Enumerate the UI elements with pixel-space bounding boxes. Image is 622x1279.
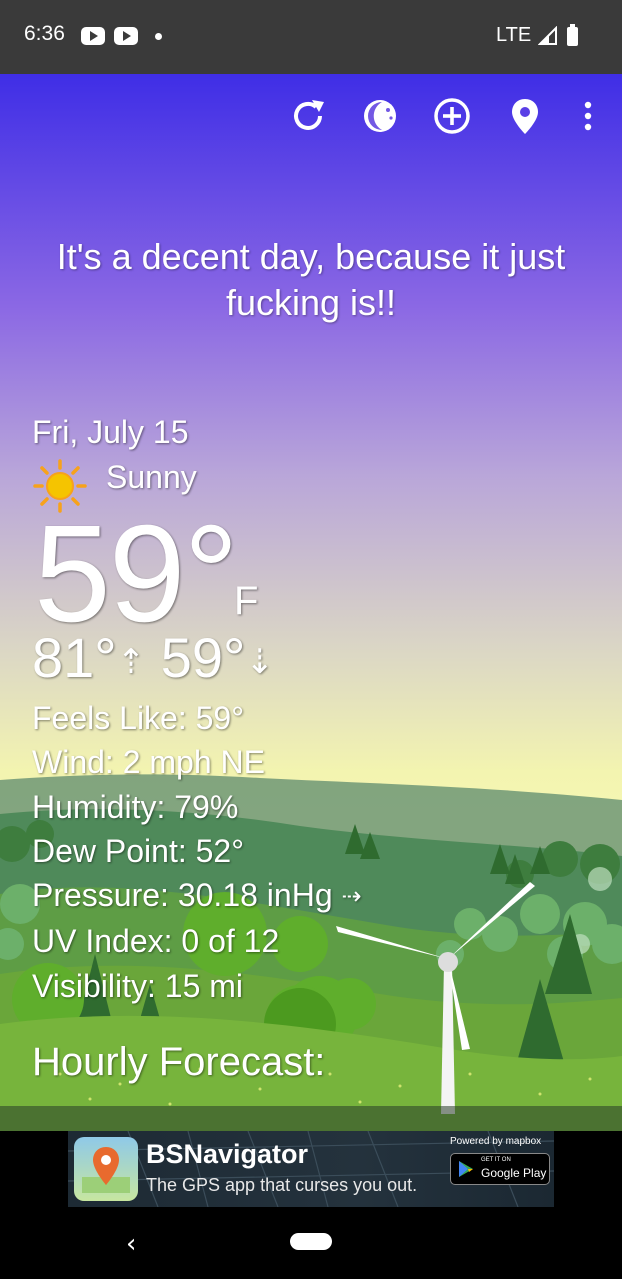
google-play-badge[interactable]: GET IT ON Google Play <box>450 1153 550 1185</box>
condition-text: Sunny <box>106 459 197 495</box>
network-type: LTE <box>496 24 532 46</box>
location-button[interactable] <box>505 96 545 136</box>
weather-screen: It's a decent day, because it just fucki… <box>0 74 622 1131</box>
ad-subtitle: The GPS app that curses you out. <box>146 1175 418 1195</box>
ad-area: BSNavigator The GPS app that curses you … <box>0 1131 622 1209</box>
humidity: Humidity: 79% <box>32 788 239 825</box>
battery-icon <box>567 24 578 46</box>
ad-banner[interactable]: BSNavigator The GPS app that curses you … <box>68 1131 554 1207</box>
google-play-label: Google Play <box>481 1166 547 1180</box>
more-options-button[interactable] <box>568 96 608 136</box>
signal-icon <box>538 26 557 45</box>
high-temperature: 81° <box>32 626 117 689</box>
home-pill[interactable] <box>290 1233 332 1250</box>
powered-by-label: Powered by mapbox <box>450 1136 542 1147</box>
feels-like: Feels Like: 59° <box>32 700 245 736</box>
more-options-icon <box>584 101 592 131</box>
youtube-notification-icon <box>81 27 105 45</box>
headline-text: It's a decent day, because it just fucki… <box>56 236 566 323</box>
hourly-forecast-title: Hourly Forecast: <box>32 1040 326 1084</box>
hourly-forecast-list[interactable] <box>0 1106 622 1131</box>
arrow-down-icon: ⇣ <box>245 643 274 681</box>
map-pin-icon <box>82 1147 130 1193</box>
arrow-up-icon: ⇡ <box>116 643 146 681</box>
location-pin-icon <box>512 99 538 134</box>
weather-details: Feels Like: 59° Wind: 2 mph NE Humidity:… <box>32 696 362 1008</box>
back-icon[interactable]: ‹ <box>126 1229 136 1259</box>
pressure-row: Pressure: 30.18 inHg ⇢ <box>32 873 362 919</box>
theme-icon <box>364 100 396 132</box>
refresh-button[interactable] <box>288 96 328 136</box>
pressure-steady-icon: ⇢ <box>341 883 362 911</box>
youtube-notification-icon <box>114 27 138 45</box>
pressure: Pressure: 30.18 inHg <box>32 877 333 914</box>
low-temperature: 59° <box>160 626 246 689</box>
theme-button[interactable] <box>360 96 400 136</box>
add-location-icon <box>434 98 470 134</box>
google-play-icon <box>459 1161 473 1177</box>
wind: Wind: 2 mph NE <box>32 744 265 781</box>
dew-point: Dew Point: 52° <box>32 832 245 869</box>
get-it-on-label: GET IT ON <box>481 1157 511 1163</box>
uv-index: UV Index: 0 of 12 <box>32 923 280 960</box>
visibility: Visibility: 15 mi <box>32 967 244 1004</box>
ad-title: BSNavigator <box>146 1139 309 1169</box>
navigation-bar: ‹ <box>0 1209 622 1279</box>
more-notifications-dot <box>155 33 162 40</box>
add-location-button[interactable] <box>432 96 472 136</box>
date-text: Fri, July 15 <box>32 414 189 450</box>
app-logo <box>74 1137 138 1201</box>
temperature-unit: F <box>234 579 259 623</box>
refresh-icon <box>294 100 324 130</box>
status-bar: 6:36 LTE <box>0 0 622 74</box>
status-time: 6:36 <box>24 22 65 45</box>
high-low-temperatures: 81°⇡ 59°⇣ <box>32 626 274 694</box>
